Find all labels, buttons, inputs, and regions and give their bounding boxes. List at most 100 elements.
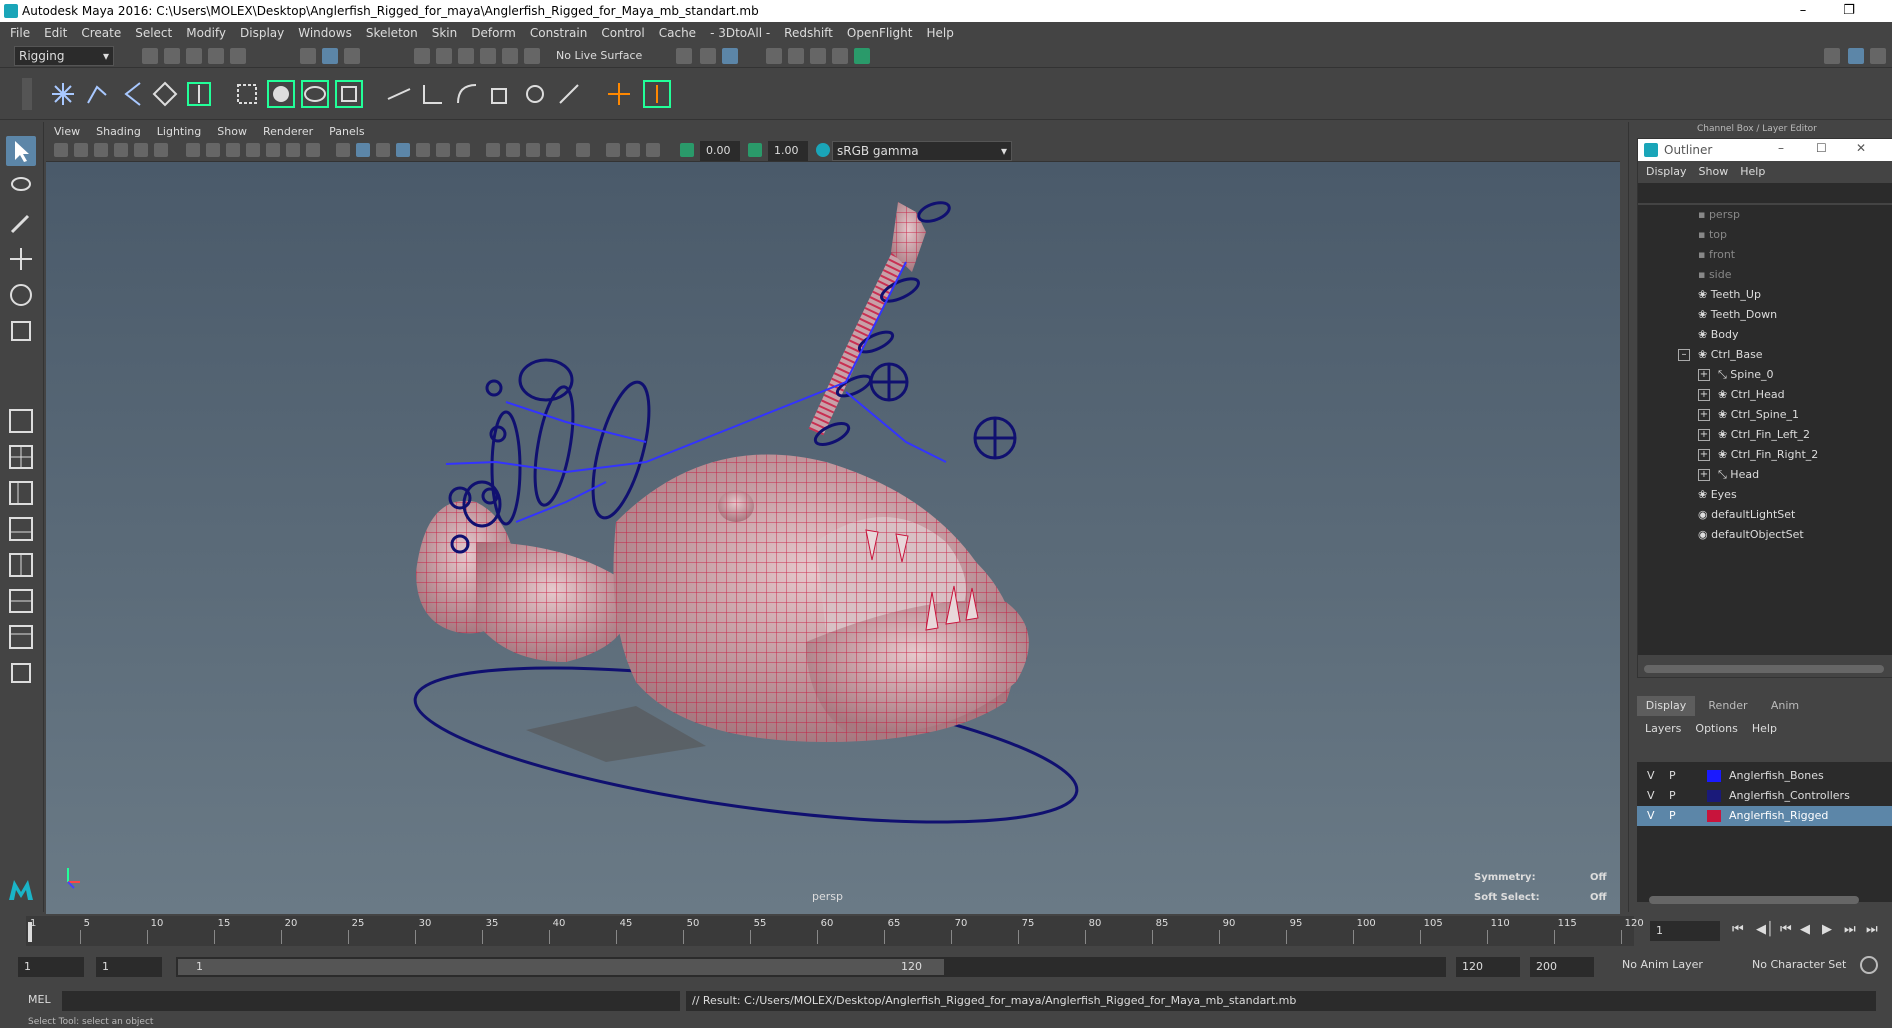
anti-aliasing-icon[interactable] <box>526 143 540 157</box>
render-setup-icon[interactable] <box>832 48 848 64</box>
expand-icon[interactable]: + <box>1698 469 1710 481</box>
colorspace-dropdown[interactable]: sRGB gamma ▾ <box>832 141 1012 161</box>
menu-edit[interactable]: Edit <box>44 26 67 40</box>
step-forward-key-icon[interactable]: ⏭ <box>1844 922 1856 937</box>
outliner-menu-display[interactable]: Display <box>1646 165 1687 178</box>
layer-menu-help[interactable]: Help <box>1752 722 1777 735</box>
command-input[interactable] <box>62 991 680 1011</box>
expand-icon[interactable]: + <box>1698 369 1710 381</box>
textured-icon[interactable] <box>416 143 430 157</box>
outliner-item[interactable]: ◉ defaultObjectSet <box>1638 525 1878 545</box>
select-camera-icon[interactable] <box>54 143 68 157</box>
shelf-settings-icon[interactable] <box>22 78 32 110</box>
node-editor-layout-icon[interactable] <box>6 586 36 616</box>
layer-row[interactable]: V P Anglerfish_Bones <box>1637 766 1892 786</box>
expand-icon[interactable]: + <box>1698 389 1710 401</box>
tab-anim[interactable]: Anim <box>1761 696 1809 716</box>
menu-display[interactable]: Display <box>240 26 284 40</box>
playback-toggle[interactable]: P <box>1669 766 1676 786</box>
rotate-tool-icon[interactable] <box>6 280 36 310</box>
layer-menu-layers[interactable]: Layers <box>1645 722 1681 735</box>
outliner-minimize-icon[interactable]: – <box>1778 141 1784 155</box>
hypershade-layout-icon[interactable] <box>6 550 36 580</box>
workspace-icon[interactable] <box>1824 48 1840 64</box>
minimize-icon[interactable]: – <box>1780 0 1826 22</box>
outliner-item[interactable]: ❀ Teeth_Up <box>1638 285 1878 305</box>
go-to-end-icon[interactable]: ⏭ <box>1866 922 1878 937</box>
channel-box-toggle-icon[interactable] <box>1848 48 1864 64</box>
joint-tool-icon[interactable] <box>48 79 78 109</box>
playback-start-field[interactable]: 1 <box>96 957 162 977</box>
expand-icon[interactable]: + <box>1698 449 1710 461</box>
start-time-field[interactable]: 1 <box>18 957 84 977</box>
outliner-item[interactable]: ▪ top <box>1638 225 1878 245</box>
panel-menu-renderer[interactable]: Renderer <box>263 125 313 138</box>
time-slider[interactable]: 1 5 10 15 20 25 30 35 40 45 50 55 60 65 70 75 80 85 90 95 1… <box>0 916 1892 946</box>
layer-color-swatch[interactable] <box>1707 790 1721 802</box>
new-scene-icon[interactable] <box>142 48 158 64</box>
wrap-deformer-icon[interactable] <box>300 79 330 109</box>
layer-row[interactable]: V P Anglerfish_Controllers <box>1637 786 1892 806</box>
redshift-render-icon[interactable] <box>854 48 870 64</box>
menu-cache[interactable]: Cache <box>659 26 696 40</box>
snap-grid-icon[interactable] <box>414 48 430 64</box>
default-material-icon[interactable] <box>376 143 390 157</box>
menu-select[interactable]: Select <box>135 26 172 40</box>
script-language-label[interactable]: MEL <box>28 993 51 1006</box>
select-hierarchy-icon[interactable] <box>300 48 316 64</box>
visibility-toggle[interactable]: V <box>1647 766 1655 786</box>
aim-constraint-icon[interactable] <box>418 79 448 109</box>
end-time-field[interactable]: 200 <box>1530 957 1594 977</box>
parent-constraint-icon[interactable] <box>520 79 550 109</box>
gate-mask-icon[interactable] <box>246 143 260 157</box>
menu-file[interactable]: File <box>10 26 30 40</box>
smooth-shade-icon[interactable] <box>356 143 370 157</box>
outliner-menu-help[interactable]: Help <box>1740 165 1765 178</box>
outliner-item[interactable]: – ❀ Ctrl_Base <box>1638 345 1878 365</box>
lasso-tool-icon[interactable] <box>6 172 36 202</box>
panel-menu-view[interactable]: View <box>54 125 80 138</box>
playback-end-field[interactable]: 120 <box>1456 957 1520 977</box>
outliner-item[interactable]: + ⤡ Spine_0 <box>1638 365 1878 385</box>
undo-icon[interactable] <box>208 48 224 64</box>
step-back-key-icon[interactable]: ⏮ <box>1780 922 1792 937</box>
wireframe-icon[interactable] <box>336 143 350 157</box>
outliner-item[interactable]: + ❀ Ctrl_Fin_Right_2 <box>1638 445 1878 465</box>
live-surface-label[interactable]: No Live Surface <box>556 49 642 62</box>
step-back-frame-icon[interactable]: ◀│ <box>1756 922 1774 937</box>
depth-of-field-icon[interactable] <box>546 143 560 157</box>
orient-constraint-icon[interactable] <box>452 79 482 109</box>
exposure-icon[interactable] <box>680 143 694 157</box>
bookmark-icon[interactable] <box>94 143 108 157</box>
outliner-item[interactable]: + ❀ Ctrl_Spine_1 <box>1638 405 1878 425</box>
camera-attributes-icon[interactable] <box>74 143 88 157</box>
outliner-close-icon[interactable]: ✕ <box>1856 141 1866 155</box>
menu-control[interactable]: Control <box>601 26 644 40</box>
snap-surface-icon[interactable] <box>502 48 518 64</box>
gamma-icon[interactable] <box>748 143 762 157</box>
panel-menu-show[interactable]: Show <box>217 125 247 138</box>
ipr-render-icon[interactable] <box>722 48 738 64</box>
xray-active-icon[interactable] <box>646 143 660 157</box>
snap-point-icon[interactable] <box>458 48 474 64</box>
2d-pan-zoom-icon[interactable] <box>134 143 148 157</box>
scale-tool-icon[interactable] <box>6 316 36 346</box>
grease-pencil-icon[interactable] <box>154 143 168 157</box>
insert-joint-icon[interactable] <box>150 79 180 109</box>
menu-create[interactable]: Create <box>81 26 121 40</box>
exposure-field[interactable]: 0.00 <box>700 141 740 161</box>
ambient-occlusion-icon[interactable] <box>486 143 500 157</box>
locator-icon[interactable] <box>604 79 634 109</box>
render-settings-icon[interactable] <box>766 48 782 64</box>
single-perspective-layout-icon[interactable] <box>6 406 36 436</box>
layer-color-swatch[interactable] <box>1707 810 1721 822</box>
snap-vertex-icon[interactable] <box>524 48 540 64</box>
range-slider-track[interactable]: 1 120 <box>176 957 1446 977</box>
color-management-icon[interactable] <box>816 143 830 157</box>
xray-icon[interactable] <box>606 143 620 157</box>
layer-row[interactable]: V P Anglerfish_Rigged <box>1637 806 1892 826</box>
character-set-dropdown[interactable]: No Character Set <box>1752 958 1846 971</box>
image-plane-icon[interactable] <box>114 143 128 157</box>
expand-icon[interactable]: + <box>1698 429 1710 441</box>
bind-skin-icon[interactable] <box>184 79 214 109</box>
